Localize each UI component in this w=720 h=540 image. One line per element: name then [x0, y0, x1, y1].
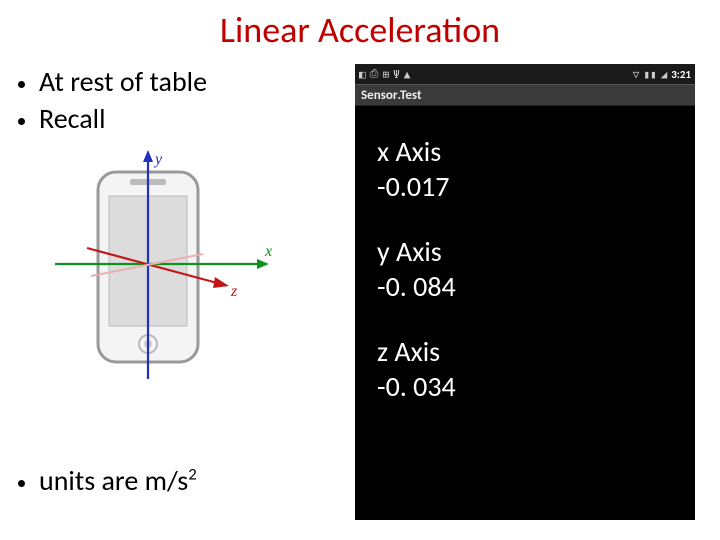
- slide-body: At rest of table Recall y x: [0, 64, 720, 520]
- bullet-dot-icon: [18, 81, 25, 88]
- units-text: units are m/s: [39, 463, 188, 498]
- signal-icon: ◢: [661, 68, 668, 81]
- battery-icon: ▮▮: [643, 68, 656, 81]
- bullet-at-rest: At rest of table: [18, 64, 355, 99]
- axes-diagram: y x z: [43, 144, 283, 394]
- status-clock: 3:21: [671, 68, 691, 81]
- phone-screenshot: ◧ ⎙ ⊞ Ψ ▲ ▽ ▮▮ ◢ 3:21 Sensor.Test x Axis…: [355, 64, 695, 520]
- bullet-dot-icon: [18, 480, 25, 487]
- bullet-dot-icon: [18, 118, 25, 125]
- bullet-text: units are m/s2: [39, 463, 197, 498]
- y-axis-label: y: [153, 151, 163, 168]
- x-axis-reading-label: x Axis: [377, 134, 673, 169]
- bullet-text: Recall: [39, 101, 106, 136]
- z-axis-label: z: [230, 283, 238, 300]
- usb-icon: Ψ: [393, 68, 400, 81]
- status-icon: ⎙: [370, 67, 379, 81]
- y-axis-reading-value: -0. 084: [377, 269, 673, 304]
- status-icon: ◧: [359, 68, 366, 81]
- sensor-readings: x Axis -0.017 y Axis -0. 084 z Axis -0. …: [355, 106, 695, 404]
- z-axis-reading-value: -0. 034: [377, 369, 673, 404]
- x-reading: x Axis -0.017: [377, 134, 673, 204]
- y-axis-reading-label: y Axis: [377, 234, 673, 269]
- z-axis-reading-label: z Axis: [377, 334, 673, 369]
- app-title-bar: Sensor.Test: [355, 84, 695, 106]
- warning-icon: ▲: [404, 68, 411, 81]
- bullet-text: At rest of table: [39, 64, 207, 99]
- bullet-units: units are m/s2: [18, 463, 197, 498]
- y-reading: y Axis -0. 084: [377, 234, 673, 304]
- z-reading: z Axis -0. 034: [377, 334, 673, 404]
- wifi-icon: ▽: [633, 68, 640, 81]
- android-status-bar: ◧ ⎙ ⊞ Ψ ▲ ▽ ▮▮ ◢ 3:21: [355, 64, 695, 84]
- app-title-part: .Test: [397, 88, 421, 103]
- x-axis-reading-value: -0.017: [377, 169, 673, 204]
- x-axis-label: x: [264, 243, 272, 260]
- left-column: At rest of table Recall y x: [0, 64, 355, 520]
- bullet-recall: Recall: [18, 101, 355, 136]
- status-icon: ⊞: [382, 68, 389, 81]
- app-title-part: Sensor: [361, 88, 397, 103]
- slide-title: Linear Acceleration: [0, 0, 720, 52]
- units-exponent: 2: [188, 464, 197, 485]
